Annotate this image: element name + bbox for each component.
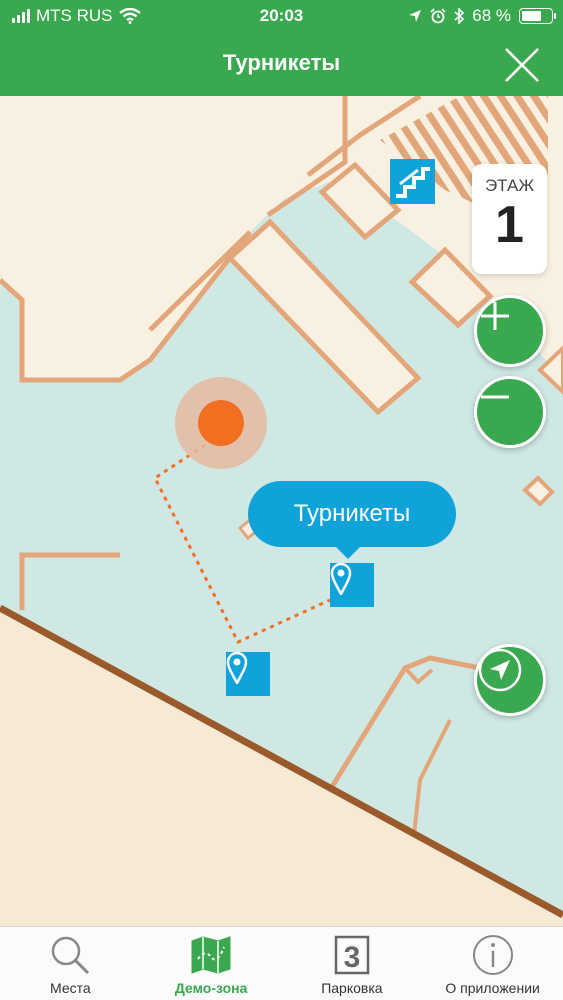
tab-places[interactable]: Места (0, 927, 141, 1000)
tab-demo-zone[interactable]: Демо-зона (141, 927, 282, 1000)
tab-label: Места (50, 980, 91, 996)
tab-label: Парковка (321, 980, 383, 996)
floor-selector[interactable]: ЭТАЖ 1 (472, 164, 547, 274)
battery-percent: 68 % (472, 6, 511, 25)
nav-bar: Турникеты (0, 32, 563, 96)
stairs-icon[interactable] (390, 159, 435, 204)
corridor-block (226, 218, 422, 416)
zoom-in-button[interactable] (474, 295, 546, 367)
tab-label: Демо-зона (174, 980, 248, 996)
tab-about[interactable]: О приложении (422, 927, 563, 1000)
poi-callout[interactable]: Турникеты (248, 481, 456, 559)
tab-bar: Места Демо-зона 3 Парковка О приложении (0, 926, 563, 1000)
tab-parking[interactable]: 3 Парковка (282, 927, 423, 1000)
status-bar: MTS RUS 20:03 68 % (0, 0, 563, 32)
floor-label: ЭТАЖ (484, 176, 535, 195)
room (522, 475, 555, 507)
floor-number: 1 (495, 196, 524, 254)
minus-icon (481, 395, 509, 399)
poi-pin-destination[interactable] (330, 563, 374, 607)
parking-3-icon: 3 (334, 935, 370, 975)
close-icon[interactable] (503, 46, 541, 84)
map-pin-icon (330, 563, 352, 595)
map-pin-icon (226, 652, 248, 684)
locate-me-button[interactable] (474, 644, 546, 716)
page-title: Турникеты (222, 50, 341, 75)
poi-pin[interactable] (226, 652, 270, 696)
wall-line (327, 655, 481, 792)
user-location-dot (198, 400, 244, 446)
callout-label: Турникеты (293, 500, 411, 527)
info-icon (472, 935, 513, 975)
navigation-arrow-icon (478, 648, 522, 692)
indoor-map[interactable]: ЭТАЖ 1 Турникеты (0, 96, 563, 926)
map-icon (191, 936, 231, 974)
location-arrow-icon (409, 10, 422, 22)
svg-text:3: 3 (344, 941, 361, 974)
status-right: 68 % (408, 6, 556, 26)
alarm-icon (430, 8, 446, 24)
battery-icon (519, 8, 556, 24)
zoom-out-button[interactable] (474, 376, 546, 448)
wall-line (19, 552, 120, 610)
bluetooth-icon (454, 8, 465, 24)
battery-fill (522, 11, 542, 21)
plus-icon (481, 302, 509, 330)
tab-label: О приложении (445, 980, 540, 996)
search-icon (52, 936, 90, 975)
wall-line (403, 666, 434, 685)
